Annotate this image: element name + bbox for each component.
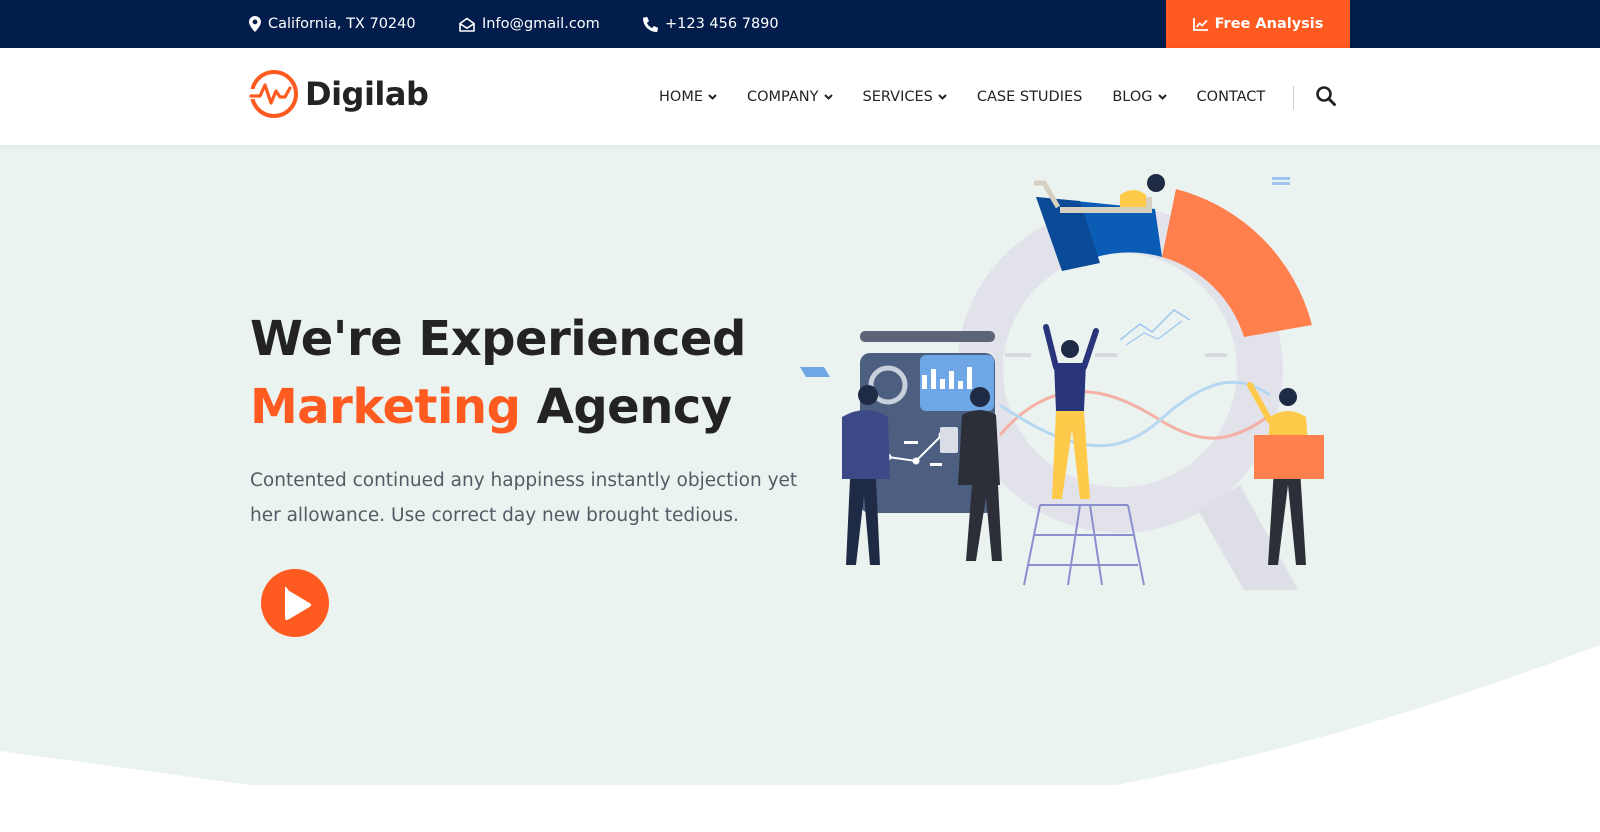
nav-item-blog[interactable]: BLOG [1112, 88, 1167, 105]
hero-title-accent: Marketing [250, 379, 521, 435]
free-analysis-button[interactable]: Free Analysis [1166, 0, 1350, 48]
chevron-down-icon [823, 93, 833, 100]
phone-info[interactable]: +123 456 7890 [643, 0, 779, 48]
nav-label-services: SERVICES [862, 88, 933, 105]
search-icon [1316, 86, 1336, 106]
play-video-button[interactable] [261, 569, 329, 637]
free-analysis-label: Free Analysis [1214, 16, 1324, 32]
main-nav: HOME COMPANY SERVICES CASE STUDIES BLOG … [659, 48, 1265, 145]
hero-title-line1: We're Experienced [250, 311, 746, 367]
main-header: Digilab HOME COMPANY SERVICES CASE STUDI… [0, 48, 1600, 145]
email-link[interactable]: Info@gmail.com [482, 16, 600, 32]
hero-title-rest: Agency [536, 379, 732, 435]
chevron-down-icon [938, 93, 947, 100]
nav-label-case-studies: CASE STUDIES [976, 88, 1083, 105]
map-pin-icon [249, 16, 261, 32]
nav-label-contact: CONTACT [1196, 88, 1266, 105]
nav-item-company[interactable]: COMPANY [747, 89, 833, 105]
address-info: California, TX 70240 [249, 0, 416, 48]
nav-item-case-studies[interactable]: CASE STUDIES [977, 89, 1083, 105]
search-button[interactable] [1315, 85, 1337, 107]
envelope-open-icon [459, 17, 475, 32]
nav-item-contact[interactable]: CONTACT [1197, 89, 1266, 105]
nav-item-services[interactable]: SERVICES [863, 89, 947, 105]
play-icon [285, 586, 312, 621]
hero-section: We're Experienced Marketing Agency Conte… [0, 145, 1600, 832]
email-info[interactable]: Info@gmail.com [459, 0, 600, 48]
nav-label-company: COMPANY [747, 88, 819, 105]
hero-title: We're Experienced Marketing Agency [250, 305, 746, 441]
chart-line-icon [1192, 18, 1208, 31]
chevron-down-icon [1157, 93, 1167, 100]
nav-divider [1293, 86, 1294, 110]
top-bar: California, TX 70240 Info@gmail.com +123… [0, 0, 1600, 48]
logo[interactable]: Digilab [249, 68, 429, 120]
address-text: California, TX 70240 [268, 16, 416, 32]
nav-label-home: HOME [659, 88, 703, 105]
nav-label-blog: BLOG [1112, 88, 1153, 105]
chevron-down-icon [708, 93, 717, 100]
phone-icon [643, 16, 658, 32]
logo-icon [249, 70, 298, 118]
hero-description: Contented continued any happiness instan… [250, 470, 798, 526]
hero-illustration [800, 174, 1324, 590]
logo-text: Digilab [305, 75, 429, 113]
nav-item-home[interactable]: HOME [659, 89, 717, 105]
phone-link[interactable]: +123 456 7890 [665, 16, 779, 32]
